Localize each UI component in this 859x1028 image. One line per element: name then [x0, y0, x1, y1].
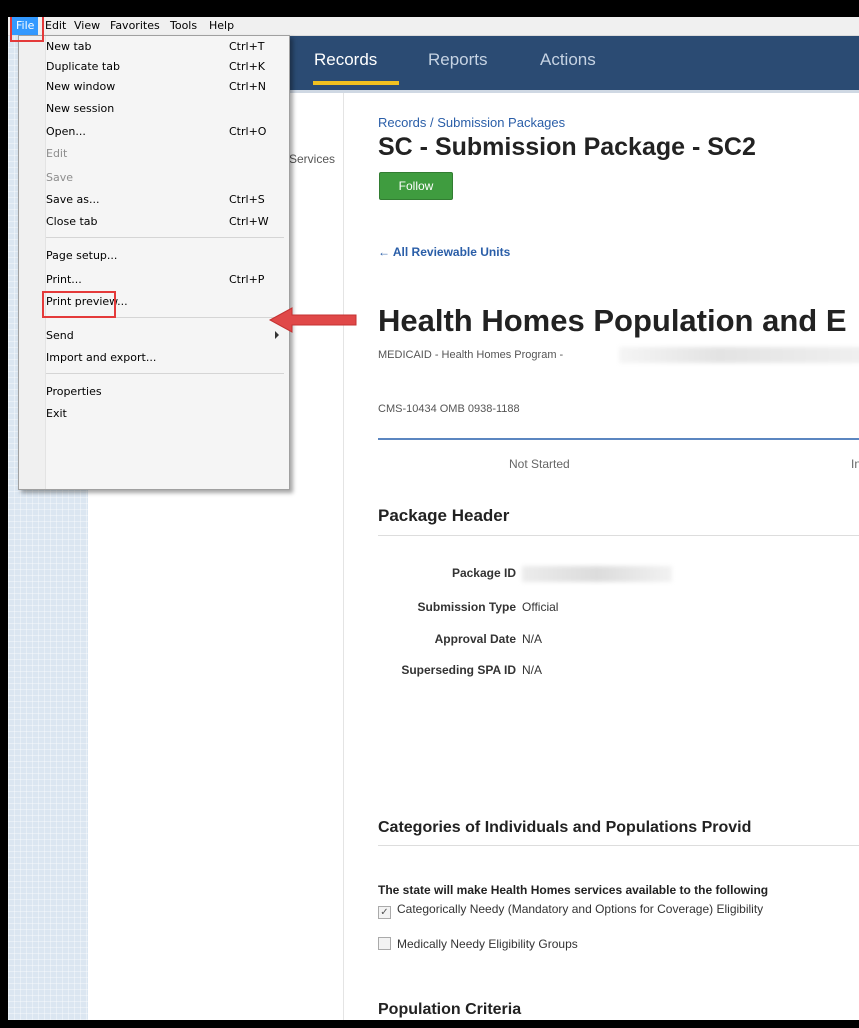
menu-item-label: Save as... [46, 193, 100, 206]
checkbox-medically-needy[interactable]: Medically Needy Eligibility Groups [378, 937, 578, 951]
progress-track [378, 438, 859, 440]
menu-item-new-window[interactable]: New window Ctrl+N [46, 77, 286, 97]
menu-item-shortcut: Ctrl+S [229, 193, 265, 206]
menu-item-label: New tab [46, 40, 92, 53]
file-menu-dropdown: New tab Ctrl+T Duplicate tab Ctrl+K New wi… [18, 35, 290, 490]
callout-arrow-icon [268, 307, 357, 333]
follow-button[interactable]: Follow [379, 172, 453, 200]
menu-item-label: New window [46, 80, 116, 93]
tab-reports[interactable]: Reports [428, 50, 488, 70]
section-divider [378, 535, 859, 536]
field-value-approval-date: N/A [522, 632, 543, 646]
cms-omb-number: CMS-10434 OMB 0938-1188 [378, 403, 520, 415]
all-reviewable-units-link[interactable]: ← All Reviewable Units [378, 245, 510, 259]
status-not-started: Not Started [509, 457, 570, 471]
menu-separator [46, 237, 284, 238]
package-header-title: Package Header [378, 506, 510, 525]
redacted-package-id [522, 566, 672, 582]
breadcrumb[interactable]: Records / Submission Packages [378, 115, 565, 130]
print-item-highlight-box [42, 291, 116, 318]
menu-item-shortcut: Ctrl+K [229, 60, 266, 73]
menu-item-properties[interactable]: Properties [46, 382, 286, 402]
section-divider [378, 845, 859, 846]
menu-item-page-setup[interactable]: Page setup... [46, 246, 286, 266]
menu-item-exit[interactable]: Exit [46, 404, 286, 424]
field-label-approval-date: Approval Date [434, 632, 516, 646]
menu-item-label: Properties [46, 385, 102, 398]
field-label-superseding-spa-id: Superseding SPA ID [401, 663, 516, 677]
tab-actions[interactable]: Actions [540, 50, 596, 70]
left-pane-services-text[interactable]: Services [289, 152, 335, 166]
menu-item-label: New session [46, 102, 115, 115]
program-subtitle: MEDICAID - Health Homes Program - [378, 349, 564, 361]
redacted-text [619, 347, 859, 363]
menu-item-send[interactable]: Send [46, 326, 286, 346]
menu-item-shortcut: Ctrl+P [229, 273, 265, 286]
menu-item-close-tab[interactable]: Close tab Ctrl+W [46, 212, 286, 232]
menu-tools[interactable]: Tools [166, 17, 201, 35]
field-label-submission-type: Submission Type [417, 600, 516, 614]
menu-item-save: Save [46, 168, 286, 188]
menu-item-label: Send [46, 329, 74, 342]
menu-item-new-tab[interactable]: New tab Ctrl+T [46, 37, 286, 57]
menu-view[interactable]: View [70, 17, 104, 35]
menu-item-duplicate-tab[interactable]: Duplicate tab Ctrl+K [46, 57, 286, 77]
menu-item-shortcut: Ctrl+T [229, 40, 265, 53]
menu-item-edit: Edit [46, 144, 286, 164]
menu-item-label: Duplicate tab [46, 60, 120, 73]
main-content: Records / Submission Packages SC - Submi… [344, 93, 859, 1020]
categories-section-title: Categories of Individuals and Population… [378, 819, 752, 836]
checkbox-categorically-needy[interactable]: ✓ Categorically Needy (Mandatory and Opti… [378, 902, 763, 919]
menu-item-label: Exit [46, 407, 67, 420]
package-title: SC - Submission Package - SC2 [378, 133, 756, 161]
page-title: Health Homes Population and E [378, 303, 847, 338]
menu-item-shortcut: Ctrl+O [229, 125, 267, 138]
menu-item-new-session[interactable]: New session [46, 99, 286, 119]
menu-edit[interactable]: Edit [41, 17, 70, 35]
field-label-package-id: Package ID [451, 566, 516, 580]
checkbox-label: Medically Needy Eligibility Groups [397, 937, 578, 951]
active-tab-underline [313, 81, 399, 85]
menu-item-open[interactable]: Open... Ctrl+O [46, 122, 286, 142]
checkbox-checked-icon[interactable]: ✓ [378, 906, 391, 919]
status-in: In [851, 457, 859, 471]
menu-item-label: Import and export... [46, 351, 157, 364]
menu-item-save-as[interactable]: Save as... Ctrl+S [46, 190, 286, 210]
menu-item-label: Save [46, 171, 74, 184]
menu-separator [46, 373, 284, 374]
categories-description: The state will make Health Homes service… [378, 883, 769, 897]
menu-item-label: Page setup... [46, 249, 118, 262]
checkbox-unchecked-icon[interactable] [378, 937, 391, 950]
checkbox-label: Categorically Needy (Mandatory and Optio… [397, 902, 764, 916]
field-value-superseding-spa-id: N/A [522, 663, 543, 677]
menu-favorites[interactable]: Favorites [106, 17, 164, 35]
menu-help[interactable]: Help [205, 17, 238, 35]
menu-bar: File Edit View Favorites Tools Help [8, 17, 859, 36]
field-value-submission-type: Official [522, 600, 559, 614]
menu-item-label: Close tab [46, 215, 98, 228]
menu-item-label: Open... [46, 125, 86, 138]
menu-item-label: Edit [46, 147, 68, 160]
menu-item-label: Print... [46, 273, 82, 286]
file-menu-highlight-box [10, 17, 44, 42]
menu-item-import-export[interactable]: Import and export... [46, 348, 286, 368]
tab-records[interactable]: Records [314, 50, 377, 70]
menu-item-print[interactable]: Print... Ctrl+P [46, 270, 286, 290]
browser-window: Records Reports Actions Services Records… [8, 17, 859, 1020]
menu-item-shortcut: Ctrl+W [229, 215, 269, 228]
menu-icon-strip [19, 36, 46, 489]
population-criteria-title: Population Criteria [378, 1001, 522, 1018]
menu-item-shortcut: Ctrl+N [229, 80, 267, 93]
